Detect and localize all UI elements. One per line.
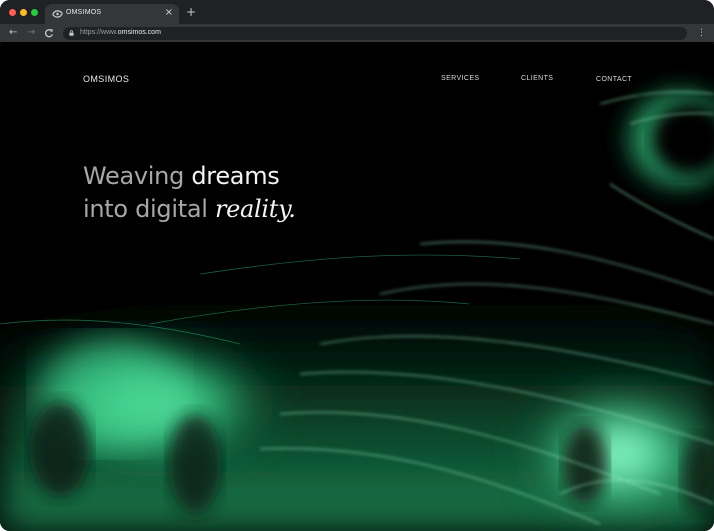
address-bar[interactable]: https://www.omsimos.com (63, 27, 687, 40)
headline-word-reality: reality. (214, 195, 296, 223)
close-window-button[interactable] (9, 9, 16, 16)
tab-close-icon[interactable]: × (165, 7, 173, 19)
headline-word-dreams: dreams (191, 162, 280, 190)
new-tab-button[interactable]: + (186, 5, 196, 19)
hero-headline: Weaving dreams into digital reality. (83, 160, 296, 226)
lock-icon (69, 30, 74, 36)
browser-window: OMSIMOS × + ← → https://www.omsimos.com … (0, 0, 714, 531)
url-prefix: https://www. (80, 29, 118, 36)
hero-green-abstract-art (0, 74, 714, 531)
reload-arrow-icon (44, 28, 54, 38)
url-domain: omsimos.com (117, 29, 161, 36)
minimize-window-button[interactable] (20, 9, 27, 16)
forward-arrow-icon[interactable]: → (27, 26, 35, 40)
back-arrow-icon[interactable]: ← (9, 26, 17, 40)
tab-bar: OMSIMOS × + (0, 0, 714, 24)
tab-title: OMSIMOS (66, 9, 102, 16)
url-text: https://www.omsimos.com (80, 29, 161, 36)
site-favicon-icon (52, 10, 63, 18)
headline-word-weaving: Weaving (83, 162, 185, 190)
nav-link-clients[interactable]: CLIENTS (521, 75, 553, 82)
nav-link-services[interactable]: SERVICES (441, 75, 479, 82)
browser-toolbar: ← → https://www.omsimos.com ⋮ (0, 24, 714, 43)
site-logo[interactable]: OMSIMOS (83, 74, 129, 84)
browser-tab[interactable]: OMSIMOS × (45, 4, 179, 24)
headline-into-digital: into digital (83, 195, 208, 223)
nav-link-contact[interactable]: CONTACT (596, 76, 632, 83)
browser-menu-icon[interactable]: ⋮ (697, 27, 706, 39)
website-page: OMSIMOS SERVICES CLIENTS CONTACT Weaving… (0, 44, 714, 531)
reload-icon[interactable] (44, 26, 54, 43)
zoom-window-button[interactable] (31, 9, 38, 16)
